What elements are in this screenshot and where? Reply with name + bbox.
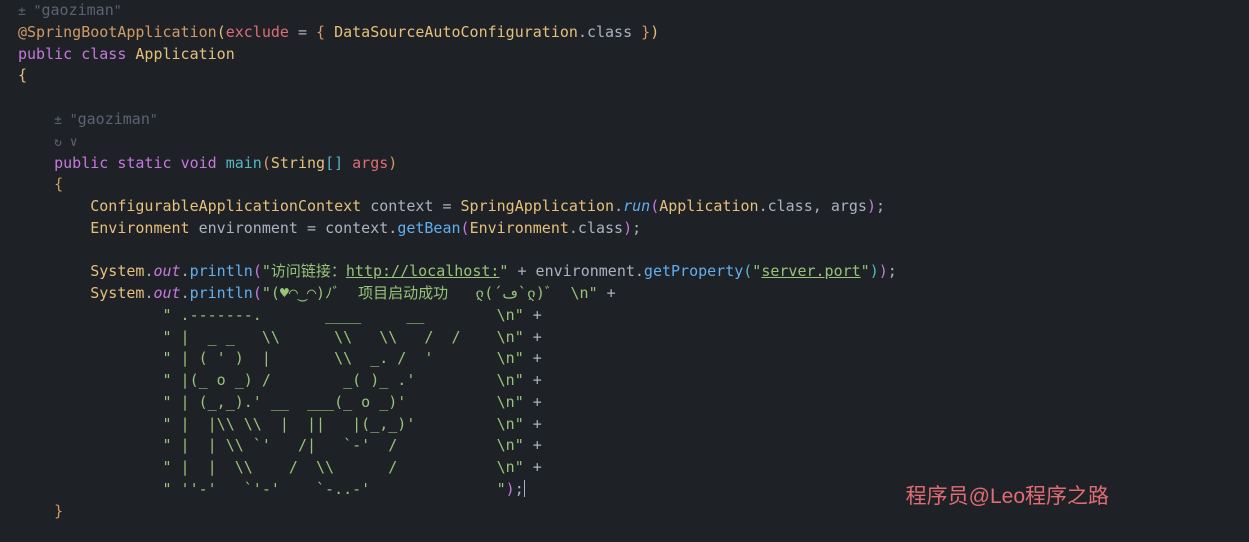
watermark-text: 程序员@Leo程序之路 — [906, 482, 1109, 512]
method-open-brace: { — [18, 174, 1231, 196]
ascii-line: " | | \\ `' /| `-' / \n" + — [18, 435, 1231, 457]
ascii-line: " |(_ o _) / _( )_ .' \n" + — [18, 370, 1231, 392]
ascii-line: " | ( ' ) | \\ _. / ' \n" + — [18, 348, 1231, 370]
blank-line-2 — [18, 240, 1231, 262]
author-hint-1: ± "gaoziman" — [18, 0, 1231, 22]
environment-line: Environment environment = context.getBea… — [18, 218, 1231, 240]
ascii-line: " | (_,_).' __ ___(_ o _)' \n" + — [18, 392, 1231, 414]
println-banner: System.out.println("(♥◠‿◠)ﾉﾞ 项目启动成功 ლ(´ڡ… — [18, 283, 1231, 305]
open-brace: { — [18, 65, 1231, 87]
ascii-line: " | _ _ \\ \\ \\ / / \n" + — [18, 327, 1231, 349]
ascii-line: " | |\\ \\ | || |(_,_)' \n" + — [18, 414, 1231, 436]
context-line: ConfigurableApplicationContext context =… — [18, 196, 1231, 218]
author-hint-2: ± "gaoziman" — [18, 109, 1231, 131]
ascii-line: " | | \\ / \\ / \n" + — [18, 457, 1231, 479]
println-url: System.out.println("访问链接：http://localhos… — [18, 261, 1231, 283]
ascii-line: " .-------. ____ __ \n" + — [18, 305, 1231, 327]
blank-line — [18, 87, 1231, 109]
recursion-hint: ↻ ∨ — [18, 131, 1231, 153]
annotation-line: @SpringBootApplication(exclude = { DataS… — [18, 22, 1231, 44]
ascii-art: " .-------. ____ __ \n" + " | _ _ \\ \\ … — [18, 305, 1231, 501]
code-editor[interactable]: ± "gaoziman" @SpringBootApplication(excl… — [18, 0, 1231, 522]
main-method-signature: public static void main(String[] args) — [18, 153, 1231, 175]
class-declaration: public class Application — [18, 44, 1231, 66]
